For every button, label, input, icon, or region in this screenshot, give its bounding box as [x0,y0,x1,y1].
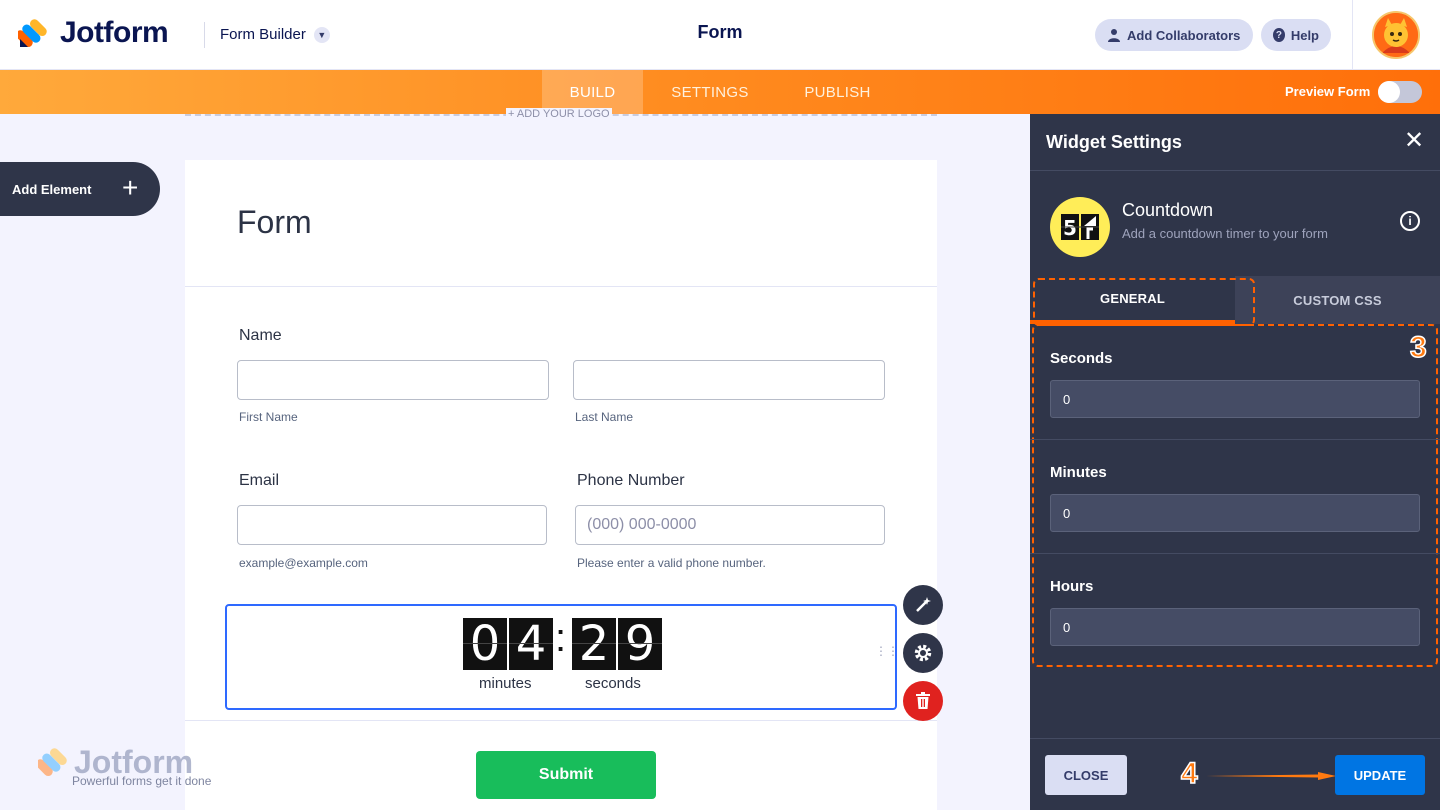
countdown-colon: : [555,616,567,660]
plus-icon: + [122,172,139,203]
close-button[interactable]: CLOSE [1045,755,1127,795]
settings-button[interactable] [903,633,943,673]
phone-placeholder: (000) 000-0000 [587,516,697,533]
countdown-digit: 9 [618,616,662,672]
avatar[interactable] [1372,11,1420,59]
tab-publish[interactable]: PUBLISH [790,70,885,114]
widget-settings-panel: Widget Settings ✕ 5 Countdown Add a coun… [1030,114,1440,810]
watermark-tagline: Powerful forms get it done [72,774,212,788]
magic-wand-icon [916,597,931,612]
drag-handle-icon[interactable]: ⋮⋮ [875,645,899,664]
chevron-down-icon: ▼ [313,26,330,43]
widget-name: Countdown [1122,200,1214,220]
countdown-digit: 0 [463,616,507,672]
gear-icon [914,644,932,662]
countdown-digit: 4 [509,616,553,672]
countdown-widget[interactable]: 0 4 : 2 9 minutes seconds ⋮⋮ [225,604,899,710]
form-card: Form Name First Name Last Name Email Pho… [185,160,937,810]
close-icon[interactable]: ✕ [1404,128,1424,154]
add-logo-link[interactable]: + ADD YOUR LOGO [506,108,612,120]
phone-input[interactable]: (000) 000-0000 [575,505,885,545]
divider [185,286,937,287]
form-builder-dropdown[interactable]: Form Builder ▼ [220,26,330,43]
first-name-input[interactable] [237,360,549,400]
info-icon[interactable]: i [1400,211,1420,231]
countdown-digit: 2 [572,616,616,672]
divider [1352,0,1353,70]
help-label: Help [1290,27,1319,43]
annotation-arrow-icon [1206,772,1336,780]
annotation-step-4: 4 [1180,756,1198,791]
jotform-logo[interactable]: Jotform [18,16,169,50]
logo-text: Jotform [60,16,169,49]
preview-form-toggle[interactable] [1378,81,1422,103]
form-title[interactable]: Form [237,204,312,241]
magic-wand-button[interactable] [903,585,943,625]
user-icon [1108,29,1120,42]
last-name-input[interactable] [573,360,885,400]
phone-sublabel: Please enter a valid phone number. [577,556,766,570]
tab-settings[interactable]: SETTINGS [655,70,765,114]
seconds-input[interactable]: 0 [1050,380,1420,418]
add-element-button[interactable]: Add Element + [0,162,160,216]
hours-value: 0 [1063,619,1071,635]
svg-text:5: 5 [1063,216,1077,240]
highlight-general-tab [1033,278,1255,326]
name-label: Name [239,327,282,344]
form-builder-label: Form Builder [220,26,306,43]
hours-input[interactable]: 0 [1050,608,1420,646]
divider [185,720,937,721]
help-icon: ? [1273,28,1285,42]
add-collaborators-button[interactable]: Add Collaborators [1095,19,1253,51]
last-name-sublabel: Last Name [575,410,634,424]
seconds-value: 0 [1063,391,1071,407]
email-sublabel: example@example.com [239,556,368,570]
widget-description: Add a countdown timer to your form [1122,226,1328,241]
divider [1030,738,1440,739]
minutes-label: minutes [479,675,532,692]
add-element-label: Add Element [12,181,92,197]
toggle-knob [1378,81,1400,103]
tab-custom-css[interactable]: CUSTOM CSS [1235,276,1440,324]
first-name-sublabel: First Name [239,410,298,424]
panel-header: Widget Settings ✕ [1030,114,1440,171]
submit-button[interactable]: Submit [476,751,656,799]
divider [1030,439,1440,440]
minutes-field-label: Minutes [1050,464,1107,481]
email-input[interactable] [237,505,547,545]
preview-form-label: Preview Form [1285,84,1371,99]
annotation-step-3: 3 [1409,330,1427,365]
countdown-widget-icon: 5 [1050,197,1110,257]
delete-button[interactable] [903,681,943,721]
email-label: Email [239,472,280,489]
top-bar: Jotform Form Builder ▼ Form Add Collabor… [0,0,1440,70]
hours-field-label: Hours [1050,578,1094,595]
seconds-label: seconds [585,675,641,692]
divider [1030,553,1440,554]
minutes-input[interactable]: 0 [1050,494,1420,532]
phone-label: Phone Number [577,472,685,489]
divider [204,22,205,48]
update-button[interactable]: UPDATE [1335,755,1425,795]
help-button[interactable]: ? Help [1261,19,1331,51]
minutes-value: 0 [1063,505,1071,521]
builder-nav-bar: BUILD SETTINGS PUBLISH Preview Form [0,70,1440,114]
trash-icon [916,692,930,709]
jotform-logo-icon [18,19,47,48]
seconds-field-label: Seconds [1050,350,1113,367]
panel-title: Widget Settings [1046,132,1182,152]
add-collaborators-label: Add Collaborators [1127,27,1241,43]
jotform-logo-icon [38,748,67,777]
